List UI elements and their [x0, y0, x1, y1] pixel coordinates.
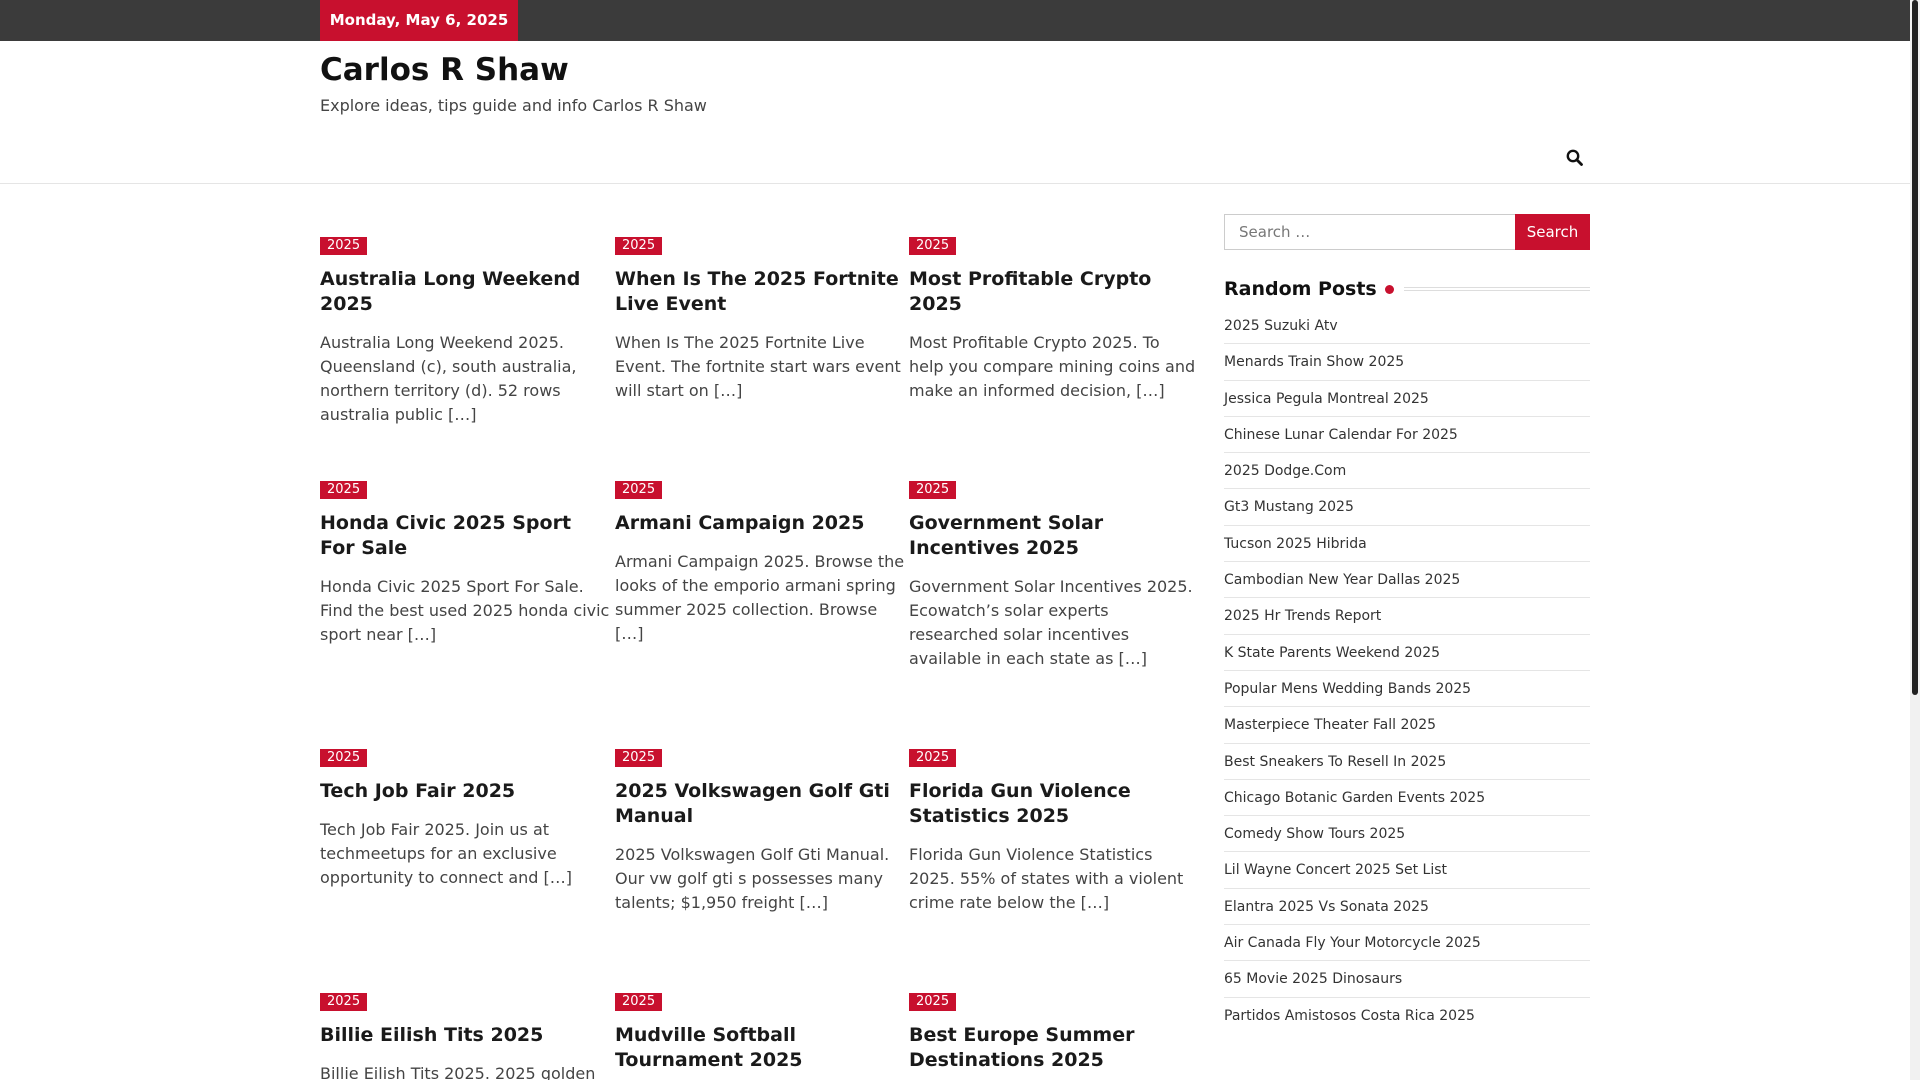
post-card: 2025 Australia Long Weekend 2025 Austral…: [320, 234, 610, 427]
post-excerpt: Billie Eilish Tits 2025. 2025 golden: [320, 1064, 596, 1080]
category-badge[interactable]: 2025: [320, 993, 368, 1011]
random-post-link[interactable]: Menards Train Show 2025: [1224, 344, 1590, 381]
random-posts-list: 2025 Suzuki Atv Menards Train Show 2025 …: [1224, 308, 1590, 1034]
post-grid: 2025 Australia Long Weekend 2025 Austral…: [320, 0, 1196, 1080]
post-title[interactable]: Best Europe Summer Destinations 2025: [909, 1023, 1199, 1073]
title-dot: [1384, 284, 1394, 294]
post-title[interactable]: 2025 Volkswagen Golf Gti Manual: [615, 779, 905, 829]
post-excerpt: Australia Long Weekend 2025. Queensland …: [320, 333, 577, 424]
post-title[interactable]: Armani Campaign 2025: [615, 511, 905, 536]
post-card: 2025 Honda Civic 2025 Sport For Sale Hon…: [320, 478, 610, 647]
search-icon[interactable]: [1565, 148, 1585, 168]
category-badge[interactable]: 2025: [615, 993, 663, 1011]
random-post-link[interactable]: Comedy Show Tours 2025: [1224, 816, 1590, 853]
post-excerpt: 2025 Volkswagen Golf Gti Manual. Our vw …: [615, 845, 890, 912]
random-post-link[interactable]: Partidos Amistosos Costa Rica 2025: [1224, 998, 1590, 1034]
category-badge[interactable]: 2025: [320, 237, 368, 255]
random-post-link[interactable]: Elantra 2025 Vs Sonata 2025: [1224, 889, 1590, 926]
post-title[interactable]: Australia Long Weekend 2025: [320, 267, 610, 317]
post-excerpt: Tech Job Fair 2025. Join us at techmeetu…: [320, 820, 572, 887]
category-badge[interactable]: 2025: [615, 749, 663, 767]
post-title[interactable]: Mudville Softball Tournament 2025: [615, 1023, 905, 1073]
post-card: 2025 Mudville Softball Tournament 2025: [615, 990, 905, 1073]
post-title[interactable]: Billie Eilish Tits 2025: [320, 1023, 610, 1048]
category-badge[interactable]: 2025: [320, 481, 368, 499]
random-post-link[interactable]: Air Canada Fly Your Motorcycle 2025: [1224, 925, 1590, 962]
category-badge[interactable]: 2025: [909, 237, 957, 255]
category-badge[interactable]: 2025: [615, 481, 663, 499]
random-post-link[interactable]: Jessica Pegula Montreal 2025: [1224, 381, 1590, 417]
category-badge[interactable]: 2025: [909, 481, 957, 499]
search-input[interactable]: [1224, 214, 1515, 250]
post-title[interactable]: Tech Job Fair 2025: [320, 779, 610, 804]
category-badge[interactable]: 2025: [909, 993, 957, 1011]
scrollbar-thumb[interactable]: [1912, 0, 1918, 695]
post-title[interactable]: Government Solar Incentives 2025: [909, 511, 1199, 561]
post-card: 2025 Florida Gun Violence Statistics 202…: [909, 746, 1199, 915]
post-excerpt: Most Profitable Crypto 2025. To help you…: [909, 333, 1196, 400]
post-card: 2025 When Is The 2025 Fortnite Live Even…: [615, 234, 905, 403]
post-title[interactable]: Honda Civic 2025 Sport For Sale: [320, 511, 610, 561]
post-excerpt: Honda Civic 2025 Sport For Sale. Find th…: [320, 577, 610, 644]
random-post-link[interactable]: Best Sneakers To Resell In 2025: [1224, 744, 1590, 780]
post-excerpt: Armani Campaign 2025. Browse the looks o…: [615, 552, 905, 643]
random-post-link[interactable]: 2025 Suzuki Atv: [1224, 308, 1590, 345]
random-post-link[interactable]: Chicago Botanic Garden Events 2025: [1224, 780, 1590, 817]
post-title[interactable]: When Is The 2025 Fortnite Live Event: [615, 267, 905, 317]
post-title[interactable]: Florida Gun Violence Statistics 2025: [909, 779, 1199, 829]
post-excerpt: Florida Gun Violence Statistics 2025. 55…: [909, 845, 1184, 912]
sidebar: Search Random Posts 2025 Suzuki Atv Mena…: [1224, 214, 1590, 1034]
sidebar-search-form: Search: [1224, 214, 1590, 250]
random-post-link[interactable]: Tucson 2025 Hibrida: [1224, 526, 1590, 563]
random-post-link[interactable]: 65 Movie 2025 Dinosaurs: [1224, 961, 1590, 998]
post-card: 2025 Most Profitable Crypto 2025 Most Pr…: [909, 234, 1199, 403]
random-post-link[interactable]: Chinese Lunar Calendar For 2025: [1224, 417, 1590, 454]
category-badge[interactable]: 2025: [909, 749, 957, 767]
random-post-link[interactable]: 2025 Dodge.Com: [1224, 453, 1590, 490]
post-card: 2025 Billie Eilish Tits 2025 Billie Eili…: [320, 990, 610, 1080]
post-card: 2025 2025 Volkswagen Golf Gti Manual 202…: [615, 746, 905, 915]
post-title[interactable]: Most Profitable Crypto 2025: [909, 267, 1199, 317]
category-badge[interactable]: 2025: [615, 237, 663, 255]
post-card: 2025 Tech Job Fair 2025 Tech Job Fair 20…: [320, 746, 610, 890]
search-button[interactable]: Search: [1515, 214, 1590, 250]
post-card: 2025 Government Solar Incentives 2025 Go…: [909, 478, 1199, 671]
random-post-link[interactable]: Lil Wayne Concert 2025 Set List: [1224, 852, 1590, 889]
random-post-link[interactable]: Gt3 Mustang 2025: [1224, 489, 1590, 526]
post-excerpt: When Is The 2025 Fortnite Live Event. Th…: [615, 333, 901, 400]
post-card: 2025 Armani Campaign 2025 Armani Campaig…: [615, 478, 905, 646]
post-card: 2025 Best Europe Summer Destinations 202…: [909, 990, 1199, 1073]
random-post-link[interactable]: Masterpiece Theater Fall 2025: [1224, 707, 1590, 744]
title-rule: [1403, 287, 1590, 291]
category-badge[interactable]: 2025: [320, 749, 368, 767]
random-post-link[interactable]: K State Parents Weekend 2025: [1224, 635, 1590, 671]
random-posts-header: Random Posts: [1224, 274, 1590, 304]
page-scrollbar[interactable]: [1910, 0, 1920, 1080]
random-post-link[interactable]: Popular Mens Wedding Bands 2025: [1224, 671, 1590, 708]
random-post-link[interactable]: 2025 Hr Trends Report: [1224, 598, 1590, 635]
post-excerpt: Government Solar Incentives 2025. Ecowat…: [909, 577, 1193, 668]
random-post-link[interactable]: Cambodian New Year Dallas 2025: [1224, 562, 1590, 599]
widget-title: Random Posts: [1224, 278, 1385, 300]
